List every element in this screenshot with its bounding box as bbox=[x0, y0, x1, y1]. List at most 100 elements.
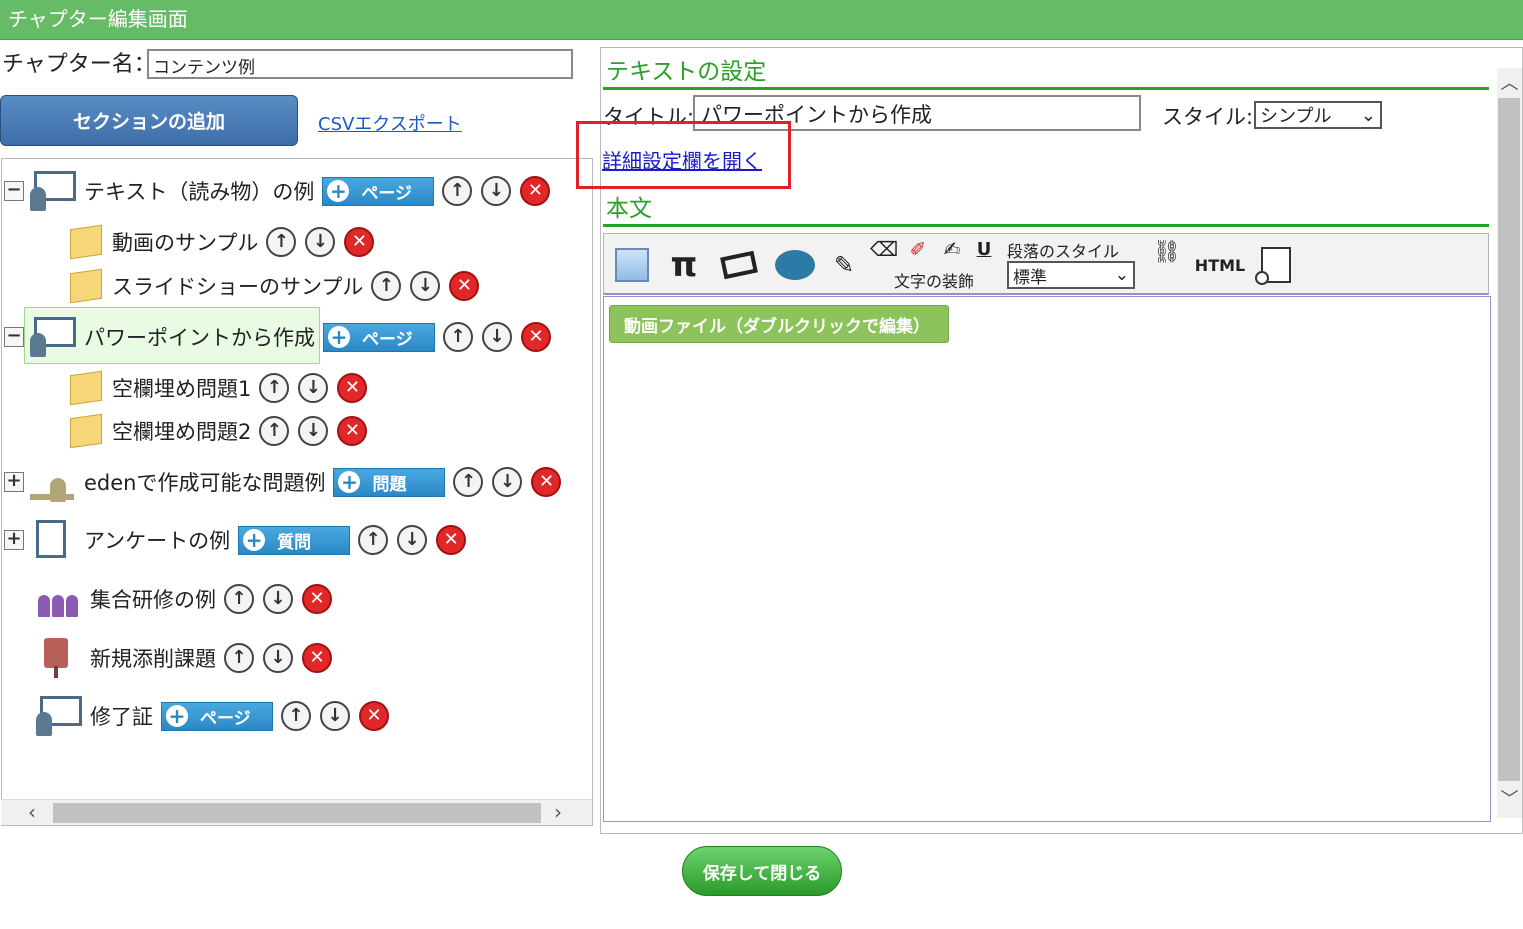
delete-icon[interactable]: ✕ bbox=[520, 176, 551, 206]
tree-row: 新規添削課題 ↑ ↓ ✕ bbox=[34, 638, 332, 678]
add-question-button[interactable]: + 問題 bbox=[333, 467, 446, 497]
chapter-name-label: チャプター名： bbox=[2, 52, 156, 77]
eraser-icon[interactable]: ⌫ bbox=[870, 234, 898, 264]
chapter-name-input[interactable]: コンテンツ例 bbox=[147, 49, 573, 79]
move-up-icon[interactable]: ↑ bbox=[443, 322, 473, 352]
delete-icon[interactable]: ✕ bbox=[449, 271, 480, 301]
tree-item-label[interactable]: 新規添削課題 bbox=[90, 643, 216, 673]
window-title: チャプター編集画面 bbox=[8, 7, 188, 31]
delete-icon[interactable]: ✕ bbox=[521, 322, 551, 352]
move-up-icon[interactable]: ↑ bbox=[266, 227, 297, 257]
video-file-block[interactable]: 動画ファイル（ダブルクリックで編集） bbox=[609, 305, 949, 343]
style-select[interactable]: シンプル ⌄ bbox=[1254, 101, 1382, 129]
tree-horizontal-scrollbar[interactable]: ‹ › bbox=[1, 799, 592, 825]
exam-icon bbox=[28, 460, 78, 504]
collapse-toggle[interactable]: − bbox=[4, 327, 24, 347]
post-box-icon bbox=[34, 636, 84, 680]
scroll-left-icon[interactable]: ‹ bbox=[17, 800, 47, 826]
move-down-icon[interactable]: ↓ bbox=[320, 701, 350, 731]
move-down-icon[interactable]: ↓ bbox=[481, 176, 512, 206]
delete-icon[interactable]: ✕ bbox=[302, 643, 332, 673]
tree-item-label[interactable]: 動画のサンプル bbox=[112, 227, 258, 257]
expand-toggle[interactable]: + bbox=[4, 472, 24, 492]
tree-item-label[interactable]: スライドショーのサンプル bbox=[112, 271, 363, 301]
scrollbar-thumb[interactable] bbox=[53, 803, 541, 823]
move-up-icon[interactable]: ↑ bbox=[371, 271, 402, 301]
window-titlebar: チャプター編集画面 bbox=[0, 0, 1523, 40]
highlight-pen-icon[interactable]: ✍ bbox=[940, 234, 964, 264]
underline-icon[interactable]: U bbox=[972, 234, 996, 264]
collapse-toggle[interactable]: − bbox=[4, 181, 24, 201]
body-editor[interactable] bbox=[603, 296, 1491, 822]
clear-format-brush-icon[interactable]: ✎ bbox=[828, 234, 860, 296]
html-source-icon[interactable]: HTML bbox=[1195, 234, 1245, 296]
link-chain-icon[interactable]: ⛓ bbox=[1144, 234, 1190, 270]
text-color-pen-icon[interactable]: ✐ bbox=[906, 234, 930, 264]
tree-item-label[interactable]: テキスト（読み物）の例 bbox=[84, 176, 314, 206]
move-down-icon[interactable]: ↓ bbox=[492, 467, 523, 497]
csv-export-link[interactable]: CSVエクスポート bbox=[318, 110, 462, 136]
preview-magnifier-icon[interactable] bbox=[1254, 234, 1298, 296]
add-page-button[interactable]: + ページ bbox=[322, 176, 435, 206]
move-down-icon[interactable]: ↓ bbox=[263, 643, 293, 673]
insert-image-icon[interactable] bbox=[612, 234, 652, 296]
tree-item-label[interactable]: 空欄埋め問題2 bbox=[112, 416, 251, 446]
add-page-button[interactable]: + ページ bbox=[161, 701, 273, 731]
tree-item-label[interactable]: アンケートの例 bbox=[84, 525, 230, 555]
move-down-icon[interactable]: ↓ bbox=[305, 227, 336, 257]
move-up-icon[interactable]: ↑ bbox=[453, 467, 484, 497]
plus-icon: + bbox=[166, 705, 188, 727]
speech-bubble-icon[interactable] bbox=[772, 234, 818, 296]
tree-row: + edenで作成可能な問題例 + 問題 ↑ ↓ ✕ bbox=[4, 460, 562, 504]
lecture-icon bbox=[28, 169, 78, 213]
tree-row-selected: − パワーポイントから作成 + ページ ↑ ↓ ✕ bbox=[4, 317, 551, 357]
delete-icon[interactable]: ✕ bbox=[359, 701, 389, 731]
tree-item-label[interactable]: 修了証 bbox=[90, 701, 153, 731]
move-down-icon[interactable]: ↓ bbox=[298, 416, 329, 446]
highlight-annotation-box bbox=[576, 121, 791, 189]
move-up-icon[interactable]: ↑ bbox=[358, 525, 389, 555]
formula-pi-icon[interactable]: π bbox=[666, 234, 702, 296]
chevron-down-icon: ⌄ bbox=[1360, 104, 1376, 126]
scroll-up-icon[interactable]: ︿ bbox=[1497, 70, 1522, 98]
paragraph-style-select[interactable]: 標準 ⌄ bbox=[1007, 261, 1135, 289]
shape-icon[interactable] bbox=[716, 234, 762, 296]
chevron-down-icon: ⌄ bbox=[1114, 265, 1129, 285]
scroll-right-icon[interactable]: › bbox=[543, 800, 573, 826]
delete-icon[interactable]: ✕ bbox=[344, 227, 375, 257]
move-down-icon[interactable]: ↓ bbox=[482, 322, 512, 352]
save-and-close-button[interactable]: 保存して閉じる bbox=[682, 846, 842, 896]
delete-icon[interactable]: ✕ bbox=[302, 584, 332, 614]
tree-item-label[interactable]: edenで作成可能な問題例 bbox=[84, 467, 325, 497]
tree-row: スライドショーのサンプル ↑ ↓ ✕ bbox=[70, 266, 480, 306]
move-up-icon[interactable]: ↑ bbox=[224, 584, 254, 614]
move-up-icon[interactable]: ↑ bbox=[259, 416, 290, 446]
tree-item-label[interactable]: パワーポイントから作成 bbox=[84, 322, 315, 352]
move-down-icon[interactable]: ↓ bbox=[263, 584, 293, 614]
move-down-icon[interactable]: ↓ bbox=[410, 271, 441, 301]
add-survey-question-button[interactable]: + 質問 bbox=[238, 525, 351, 555]
move-down-icon[interactable]: ↓ bbox=[397, 525, 428, 555]
delete-icon[interactable]: ✕ bbox=[436, 525, 467, 555]
expand-toggle[interactable]: + bbox=[4, 530, 24, 550]
divider bbox=[603, 224, 1489, 227]
tree-item-label[interactable]: 集合研修の例 bbox=[90, 584, 216, 614]
move-up-icon[interactable]: ↑ bbox=[224, 643, 254, 673]
move-up-icon[interactable]: ↑ bbox=[281, 701, 311, 731]
lecture-icon bbox=[34, 694, 84, 738]
add-page-button[interactable]: + ページ bbox=[323, 322, 435, 352]
move-up-icon[interactable]: ↑ bbox=[259, 373, 290, 403]
tree-row: 空欄埋め問題2 ↑ ↓ ✕ bbox=[70, 411, 368, 451]
plus-icon: + bbox=[338, 471, 361, 493]
delete-icon[interactable]: ✕ bbox=[337, 416, 368, 446]
delete-icon[interactable]: ✕ bbox=[337, 373, 368, 403]
scroll-down-icon[interactable]: ﹀ bbox=[1497, 786, 1522, 814]
panel-vertical-scrollbar[interactable]: ︿ ﹀ bbox=[1497, 68, 1522, 818]
note-icon bbox=[70, 268, 102, 304]
tree-item-label[interactable]: 空欄埋め問題1 bbox=[112, 373, 251, 403]
add-section-button[interactable]: セクションの追加 bbox=[0, 95, 298, 146]
scrollbar-thumb[interactable] bbox=[1498, 98, 1520, 781]
delete-icon[interactable]: ✕ bbox=[531, 467, 562, 497]
move-down-icon[interactable]: ↓ bbox=[298, 373, 329, 403]
move-up-icon[interactable]: ↑ bbox=[442, 176, 473, 206]
